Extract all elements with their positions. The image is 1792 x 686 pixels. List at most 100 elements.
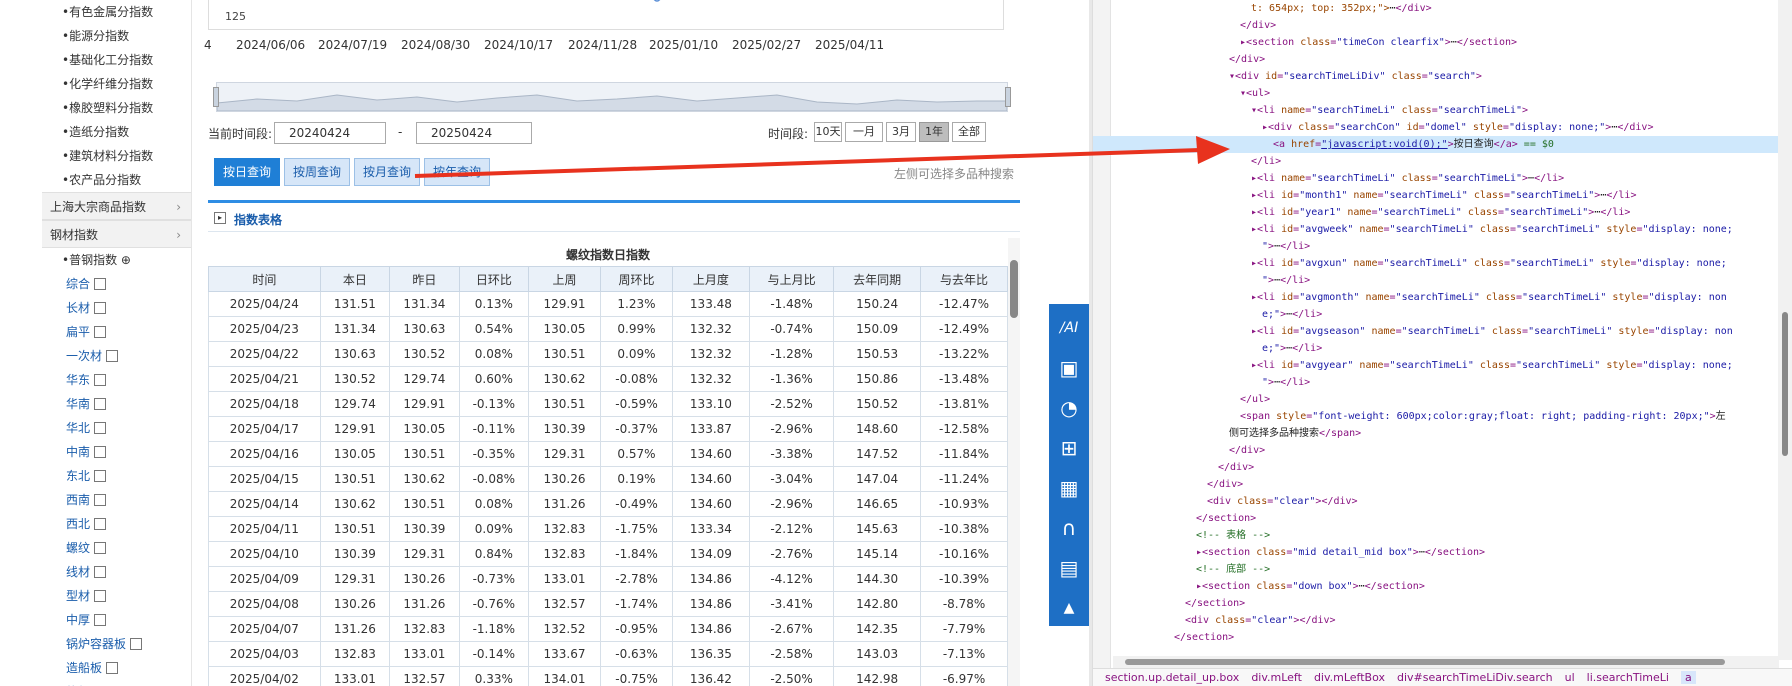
nav-sub-item[interactable]: •农产品分指数 (42, 168, 191, 192)
nav-check-item[interactable]: 锅炉容器板 (42, 632, 191, 656)
dom-node-line[interactable]: t: 654px; top: 352px;">⋯</div> (1093, 0, 1792, 17)
nav-check-item[interactable]: 华东 (42, 368, 191, 392)
checkbox[interactable] (94, 494, 107, 506)
span-button[interactable]: 3月 (886, 122, 916, 142)
breadcrumb-item[interactable]: li.searchTimeLi (1587, 671, 1669, 684)
dom-node-line[interactable]: ▸<li id="avgmonth" name="searchTimeLi" c… (1093, 289, 1792, 306)
dom-node-line[interactable]: </div> (1093, 476, 1792, 493)
nav-check-item[interactable]: 综合 (42, 272, 191, 296)
dom-node-line[interactable]: ">⋯</li> (1093, 374, 1792, 391)
checkbox[interactable] (94, 302, 107, 314)
nav-check-item[interactable]: 扁平 (42, 320, 191, 344)
checkbox[interactable] (94, 518, 107, 530)
dom-node-line[interactable]: ▸<li id="month1" name="searchTimeLi" cla… (1093, 187, 1792, 204)
checkbox[interactable] (94, 566, 107, 578)
dom-node-line[interactable]: e;">⋯</li> (1093, 306, 1792, 323)
span-button[interactable]: 全部 (952, 122, 986, 142)
ai-icon[interactable]: /AI (1049, 314, 1089, 342)
nav-check-item[interactable]: 一次材 (42, 344, 191, 368)
nav-check-item[interactable]: 西北 (42, 512, 191, 536)
nav-sub-item[interactable]: •建筑材料分指数 (42, 144, 191, 168)
table-scrollbar[interactable] (1008, 238, 1020, 686)
dom-node-line[interactable]: </section> (1093, 510, 1792, 527)
checkbox[interactable] (94, 542, 107, 554)
dom-node-line[interactable]: ▾<div id="searchTimeLiDiv" class="search… (1093, 68, 1792, 85)
nav-check-item[interactable]: 东北 (42, 464, 191, 488)
dom-node-line[interactable]: <span style="font-weight: 600px;color:gr… (1093, 408, 1792, 425)
query-button[interactable]: 按周查询 (284, 158, 351, 186)
breadcrumb-item[interactable]: section.up.detail_up.box (1105, 671, 1239, 684)
nav-category-steel[interactable]: 钢材指数 › (42, 220, 191, 248)
nav-check-item[interactable]: 华北 (42, 416, 191, 440)
dom-node-line[interactable]: </li> (1093, 153, 1792, 170)
breadcrumb-item[interactable]: div#searchTimeLiDiv.search (1397, 671, 1553, 684)
checkbox[interactable] (94, 326, 107, 338)
nav-sub-item[interactable]: •有色金属分指数 (42, 0, 191, 24)
wechat-icon[interactable]: ◔ (1049, 394, 1089, 422)
dom-node-line[interactable]: <!-- 表格 --> (1093, 527, 1792, 544)
dom-node-line[interactable]: </section> (1093, 595, 1792, 612)
breadcrumb-item[interactable]: div.mLeft (1251, 671, 1302, 684)
dom-node-line[interactable]: ">⋯</li> (1093, 238, 1792, 255)
devtools-hscroll-thumb[interactable] (1125, 659, 1725, 665)
nav-check-item[interactable]: 中厚 (42, 608, 191, 632)
dom-node-line[interactable]: </div> (1093, 17, 1792, 34)
dom-node-line[interactable]: <!-- 底部 --> (1093, 561, 1792, 578)
table-section-header[interactable]: ▸ 指数表格 (208, 206, 1020, 232)
checkbox[interactable] (94, 398, 107, 410)
headset-icon[interactable]: ∩ (1049, 514, 1089, 542)
checkbox[interactable] (130, 638, 143, 650)
dom-node-line[interactable]: e;">⋯</li> (1093, 340, 1792, 357)
top-icon[interactable]: ▲ (1049, 594, 1089, 622)
span-button[interactable]: 一月 (845, 122, 883, 142)
dom-node-line[interactable]: ▸<div class="searchCon" id="domel" style… (1093, 119, 1792, 136)
start-date-input[interactable]: 20240424 (274, 122, 386, 144)
dom-node-line[interactable]: ▸<section class="mid detail_mid box">⋯</… (1093, 544, 1792, 561)
dom-node-line[interactable]: ▾<ul> (1093, 85, 1792, 102)
nav-sub-item[interactable]: •造纸分指数 (42, 120, 191, 144)
dom-node-line[interactable]: ▸<li id="avgyear" name="searchTimeLi" cl… (1093, 357, 1792, 374)
query-button[interactable]: 按年查询 (424, 158, 491, 186)
checkbox[interactable] (94, 422, 107, 434)
nav-sub-item[interactable]: •橡胶塑料分指数 (42, 96, 191, 120)
dom-node-line[interactable]: ▸<section class="down box">⋯</section> (1093, 578, 1792, 595)
range-slider[interactable] (213, 82, 1011, 112)
dom-node-line[interactable]: </section> (1093, 629, 1792, 646)
dom-node-line[interactable]: <div class="clear"></div> (1093, 612, 1792, 629)
devtools-hscroll[interactable] (1113, 656, 1779, 668)
nav-check-item[interactable]: 热轧 (42, 680, 191, 686)
slider-handle-left[interactable] (213, 87, 219, 107)
nav-steel-index[interactable]: •普钢指数 ⊕ (42, 248, 191, 272)
end-date-input[interactable]: 20250424 (416, 122, 532, 144)
checkbox[interactable] (106, 350, 119, 362)
dom-node-line[interactable]: </div> (1093, 51, 1792, 68)
checkbox[interactable] (94, 614, 107, 626)
app-icon[interactable]: ▣ (1049, 354, 1089, 382)
nav-check-item[interactable]: 长材 (42, 296, 191, 320)
scrollbar-thumb[interactable] (1010, 260, 1018, 318)
checkbox[interactable] (94, 278, 107, 290)
nav-check-item[interactable]: 华南 (42, 392, 191, 416)
checkbox[interactable] (94, 446, 107, 458)
dom-node-line[interactable]: ▸<li id="avgweek" name="searchTimeLi" cl… (1093, 221, 1792, 238)
breadcrumb-item[interactable]: div.mLeftBox (1314, 671, 1385, 684)
dom-node-line[interactable]: </div> (1093, 442, 1792, 459)
breadcrumb-item[interactable]: a (1680, 671, 1696, 684)
dom-node-line[interactable]: ▸<li id="avgxun" name="searchTimeLi" cla… (1093, 255, 1792, 272)
nav-sub-item[interactable]: •化学纤维分指数 (42, 72, 191, 96)
nav-check-item[interactable]: 螺纹 (42, 536, 191, 560)
nav-check-item[interactable]: 型材 (42, 584, 191, 608)
nav-sub-item[interactable]: •能源分指数 (42, 24, 191, 48)
nav-sub-item[interactable]: •基础化工分指数 (42, 48, 191, 72)
calculator-icon[interactable]: ▦ (1049, 474, 1089, 502)
dom-node-line[interactable]: ▸<li name="searchTimeLi" class="searchTi… (1093, 170, 1792, 187)
span-button[interactable]: 1年 (919, 122, 949, 142)
nav-category-shanghai[interactable]: 上海大宗商品指数 › (42, 192, 191, 220)
dom-node-line[interactable]: </div> (1093, 459, 1792, 476)
span-button[interactable]: 10天 (814, 122, 842, 142)
dom-node-line[interactable]: 侧可选择多品种搜索</span> (1093, 425, 1792, 442)
breadcrumb-item[interactable]: ul (1565, 671, 1575, 684)
query-button[interactable]: 按日查询 (214, 158, 281, 186)
dom-node-line[interactable]: ▸<section class="timeCon clearfix">⋯</se… (1093, 34, 1792, 51)
checkbox[interactable] (106, 662, 119, 674)
